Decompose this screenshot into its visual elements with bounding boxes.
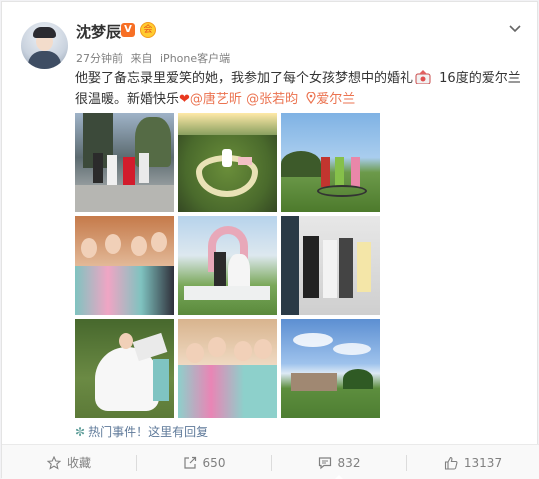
- photo-3[interactable]: [281, 113, 380, 212]
- repost-icon: [183, 456, 196, 469]
- active-caret: [333, 475, 345, 479]
- source-prefix: 来自: [130, 52, 153, 65]
- repost-button[interactable]: 650: [137, 445, 271, 479]
- repost-count: 650: [202, 455, 226, 470]
- comment-button[interactable]: 832: [272, 445, 406, 479]
- action-bar: 收藏 650 832 13137: [2, 444, 539, 479]
- photo-5[interactable]: [178, 216, 277, 315]
- post-time[interactable]: 27分钟前: [76, 52, 123, 65]
- vip-crown-icon[interactable]: 会: [140, 22, 156, 38]
- chevron-down-icon[interactable]: [507, 20, 523, 36]
- favorite-label: 收藏: [66, 456, 91, 470]
- wedding-emoji-icon: [415, 70, 431, 85]
- post-source: iPhone客户端: [160, 52, 231, 65]
- comment-icon: [318, 456, 331, 469]
- comment-count: 832: [337, 455, 361, 470]
- avatar[interactable]: [21, 22, 68, 69]
- photo-1[interactable]: [75, 113, 174, 212]
- location-pin-icon: [306, 92, 316, 104]
- hot-event-icon: ✼: [75, 425, 86, 439]
- photo-6[interactable]: [281, 216, 380, 315]
- username[interactable]: 沈梦辰: [76, 21, 121, 42]
- like-button[interactable]: 13137: [407, 445, 539, 479]
- photo-2[interactable]: [178, 113, 277, 212]
- thumbs-up-icon: [444, 456, 458, 470]
- favorite-button[interactable]: 收藏: [2, 445, 136, 479]
- location-link[interactable]: 爱尔兰: [316, 92, 355, 107]
- post-text-part1: 他娶了备忘录里爱笑的她，我参加了每个女孩梦想中的婚礼: [75, 71, 414, 86]
- mention-zhangruoyun[interactable]: @张若昀: [246, 92, 298, 107]
- photo-7[interactable]: [75, 319, 174, 418]
- photo-9[interactable]: [281, 319, 380, 418]
- like-count: 13137: [463, 455, 503, 470]
- post-meta: 27分钟前 来自 iPhone客户端: [76, 50, 230, 66]
- post-text: 他娶了备忘录里爱笑的她，我参加了每个女孩梦想中的婚礼 16度的爱尔兰很温暖。新婚…: [75, 68, 523, 110]
- heart-icon: ❤: [179, 92, 190, 107]
- weibo-post-card: 沈梦辰 V 会 27分钟前 来自 iPhone客户端 他娶了备忘录里爱笑的她，我…: [1, 1, 539, 479]
- mention-tangyixin[interactable]: @唐艺昕: [190, 92, 242, 107]
- verified-badge-icon: V: [121, 23, 135, 37]
- hot-event-link[interactable]: ✼ 热门事件！这里有回复: [75, 423, 208, 440]
- star-icon: [46, 455, 61, 470]
- hot-event-text: 热门事件！这里有回复: [88, 425, 209, 439]
- photo-4[interactable]: [75, 216, 174, 315]
- photo-8[interactable]: [178, 319, 277, 418]
